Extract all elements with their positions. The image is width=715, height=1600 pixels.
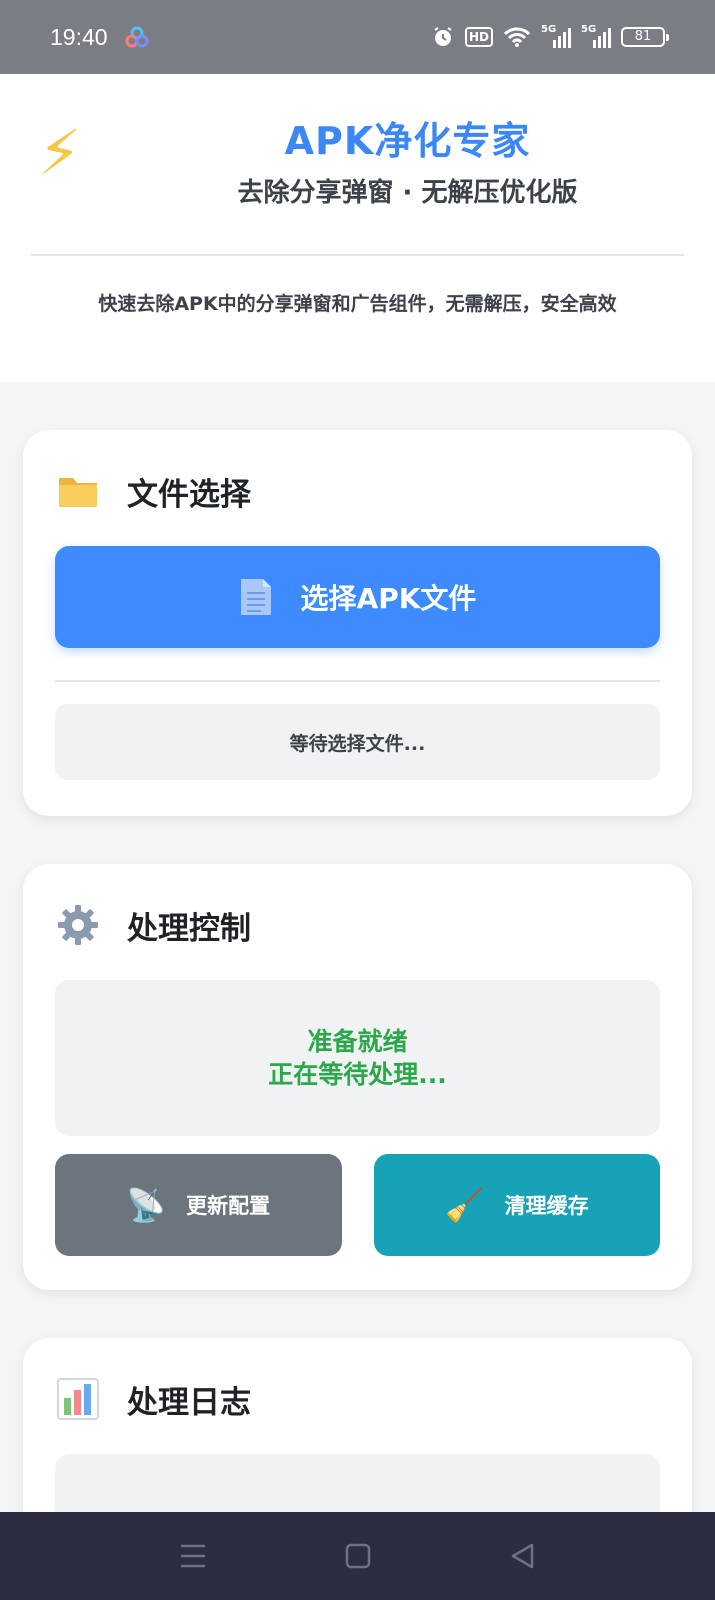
clear-cache-button[interactable]: 🧹 清理缓存 — [373, 1154, 660, 1256]
document-icon — [240, 579, 271, 615]
processing-status-box: 准备就绪 正在等待处理... — [55, 980, 660, 1136]
status-time: 19:40 — [50, 23, 108, 50]
cellular-signal-2-icon: 5G — [581, 24, 611, 48]
app-subtitle: 去除分享弹窗 · 无解压优化版 — [237, 178, 578, 208]
app-notification-icon — [125, 26, 149, 48]
wifi-icon — [503, 27, 531, 47]
broom-icon: 🧹 — [444, 1186, 485, 1224]
menu-nav-button[interactable] — [173, 1536, 213, 1576]
bar-chart-icon — [57, 1378, 99, 1420]
select-apk-button[interactable]: 选择APK文件 — [55, 546, 660, 648]
status-ready-text: 准备就绪 — [307, 1027, 408, 1056]
cellular-signal-1-icon: 5G — [541, 24, 571, 48]
log-card-header: 处理日志 — [55, 1376, 251, 1422]
home-nav-button[interactable] — [338, 1536, 378, 1576]
app-description: 快速去除APK中的分享弹窗和广告组件，无需解压，安全高效 — [98, 293, 617, 315]
hd-voice-icon: HD — [464, 27, 493, 47]
back-icon — [511, 1543, 533, 1569]
app-title: APK净化专家 — [284, 119, 531, 163]
app-header: ⚡ APK净化专家 去除分享弹窗 · 无解压优化版 快速去除APK中的分享弹窗和… — [0, 74, 715, 382]
file-status-text: 等待选择文件... — [55, 704, 660, 780]
control-card-header: 处理控制 — [55, 902, 251, 948]
file-card-header: 文件选择 — [55, 468, 251, 514]
gear-icon — [58, 905, 98, 945]
folder-icon — [59, 478, 97, 507]
clear-cache-label: 清理缓存 — [504, 1194, 589, 1218]
processing-control-card: 处理控制 准备就绪 正在等待处理... 📡 更新配置 🧹 清理缓存 — [23, 864, 692, 1290]
status-waiting-text: 正在等待处理... — [268, 1060, 447, 1089]
control-buttons: 📡 更新配置 🧹 清理缓存 — [55, 1154, 660, 1256]
status-bar: 19:40 HD 5G 5G 81 — [0, 0, 715, 74]
header-divider — [31, 254, 684, 256]
file-card-title: 文件选择 — [127, 476, 251, 513]
file-selection-card: 文件选择 选择APK文件 等待选择文件... — [23, 430, 692, 816]
file-card-divider — [55, 680, 660, 682]
satellite-dish-icon: 📡 — [126, 1186, 167, 1224]
log-card-title: 处理日志 — [127, 1384, 251, 1421]
alarm-icon — [434, 27, 452, 46]
update-config-label: 更新配置 — [186, 1194, 271, 1218]
select-apk-label: 选择APK文件 — [300, 582, 477, 615]
battery-icon: 81 — [621, 27, 669, 47]
home-icon — [345, 1543, 370, 1569]
control-card-title: 处理控制 — [127, 910, 251, 947]
back-nav-button[interactable] — [503, 1536, 543, 1576]
system-navigation-bar — [0, 1512, 715, 1600]
update-config-button[interactable]: 📡 更新配置 — [55, 1154, 342, 1256]
menu-icon — [180, 1544, 205, 1568]
